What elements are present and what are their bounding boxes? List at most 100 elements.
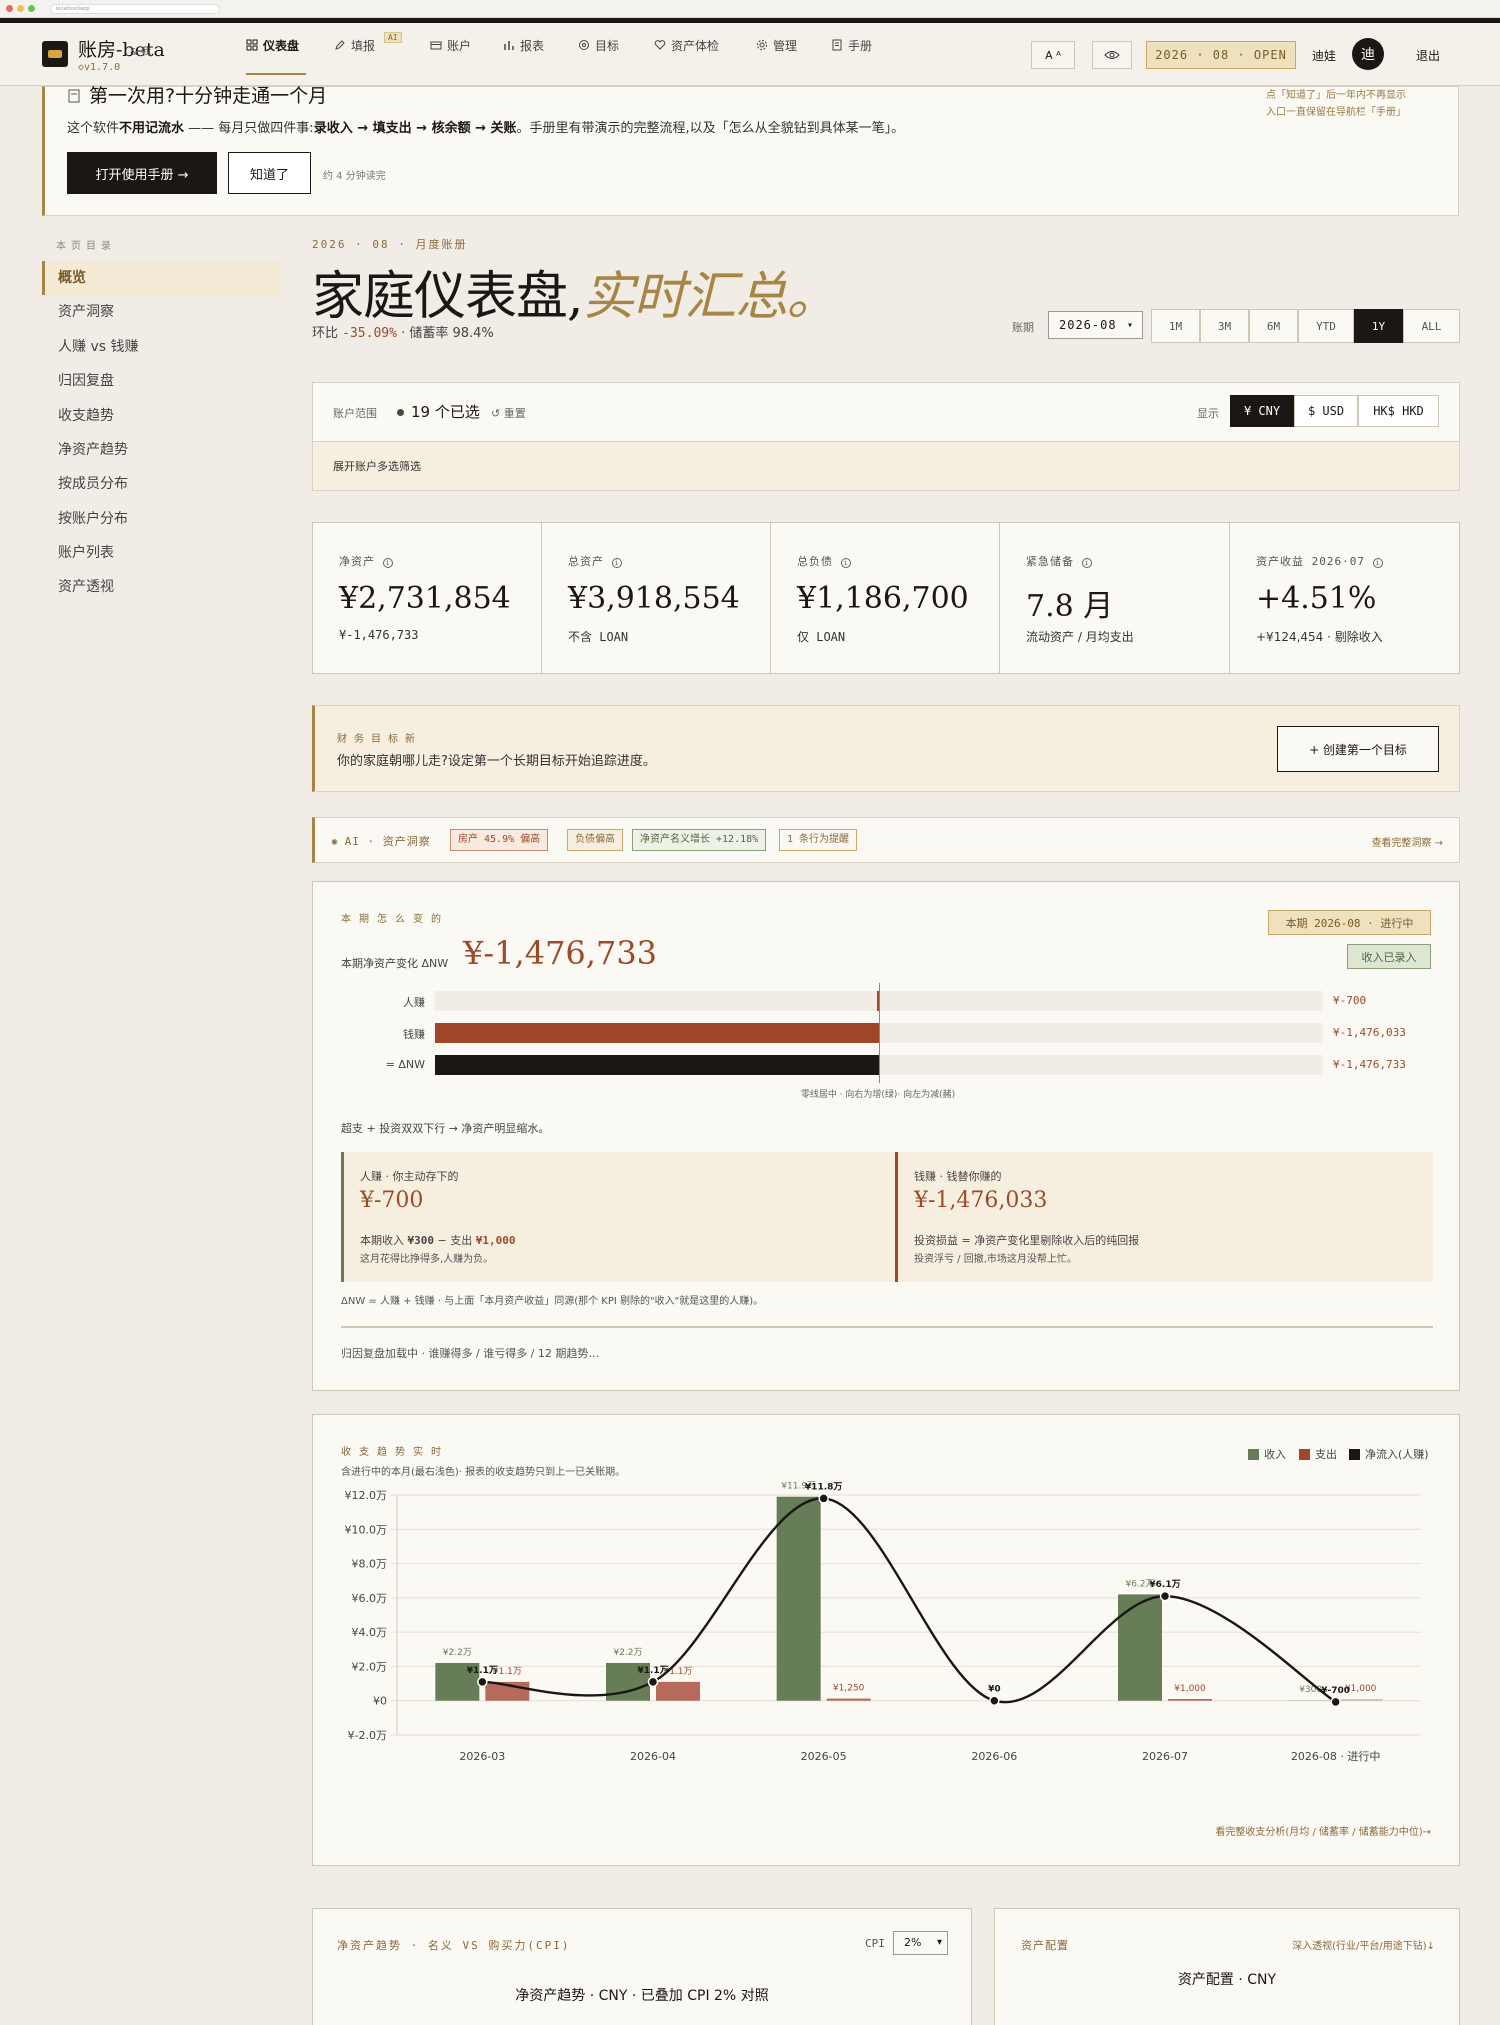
change-summary: 超支 + 投资双双下行 → 净资产明显缩水。 [341,1122,550,1135]
create-goal-button[interactable]: + 创建第一个目标 [1277,726,1439,772]
tag-reminder[interactable]: 1 条行为提醒 [779,829,858,851]
sidebar-item-earn[interactable]: 人赚 vs 钱赚 [42,330,282,364]
range-6m[interactable]: 6M [1249,309,1298,343]
section-kicker: 收支趋势实时 [341,1447,449,1458]
nw-change-value: ¥-1,476,733 [463,934,658,972]
privacy-toggle-button[interactable] [1092,41,1132,69]
nav-asset-checkup[interactable]: 资产体检 [654,35,719,55]
address-bar[interactable]: localhost/app [50,4,220,14]
banner-title: 第一次用?十分钟走通一个月 [67,81,327,108]
currency-hkd[interactable]: HK$ HKD [1358,395,1439,427]
nav-reports[interactable]: 报表 [503,35,544,55]
cpi-label: CPI [865,1937,885,1950]
nav-manage[interactable]: 管理 [756,35,797,55]
font-size-button[interactable]: A ᴬ [1031,41,1075,69]
sidebar-item-insights[interactable]: 资产洞察 [42,295,282,329]
logout-link[interactable]: 退出 [1416,47,1440,64]
range-ytd[interactable]: YTD [1298,309,1354,343]
cpi-select[interactable]: 2% ▾ [893,1931,948,1955]
tag-property[interactable]: 房产 45.9% 偏高 [450,829,549,851]
open-manual-button[interactable]: 打开使用手册 → [67,152,217,194]
view-insights-link[interactable]: 查看完整洞察 → [1371,834,1443,849]
nav-dashboard[interactable]: 仪表盘 [246,35,299,55]
net-flow-label: ¥11.8万 [805,1481,842,1492]
sidebar-item-pivot[interactable]: 资产透视 [42,570,282,604]
tag-liability[interactable]: 负债偏高 [567,829,623,851]
net-flow-point [1159,1590,1171,1602]
period-badge[interactable]: 2026 · 08 · OPEN [1146,41,1296,69]
expense-bar [656,1681,700,1701]
sidebar-item-networth[interactable]: 净资产趋势 [42,433,282,467]
range-1y[interactable]: 1Y [1354,309,1403,343]
info-icon[interactable]: i [1372,558,1383,568]
pivot-link[interactable]: 深入透视(行业/平台/用途下钻)↓ [1292,1937,1435,1952]
range-1m[interactable]: 1M [1151,309,1200,343]
period-chip: 本期 2026-08 · 进行中 [1268,910,1431,935]
kpi-emergency-reserve: 紧急储备 i 7.8 月 流动资产 / 月均支出 [999,522,1230,674]
sidebar-item-by-account[interactable]: 按账户分布 [42,502,282,536]
range-all[interactable]: ALL [1403,309,1460,343]
y-tick-label: ¥0 [373,1695,387,1708]
range-select[interactable]: 2026-08 ▾ [1048,311,1143,339]
currency-cny[interactable]: ¥ CNY [1230,395,1294,427]
dismiss-button[interactable]: 知道了 [228,152,311,194]
app-header: 账房-beta & 我 ◇v1.7.0 仪表盘 填报 AI 账户 报表 目标 资… [0,23,1500,86]
nav-fill[interactable]: 填报 [334,35,375,55]
eye-icon [1104,51,1120,59]
range-3m[interactable]: 3M [1200,309,1249,343]
info-icon[interactable]: i [383,558,393,568]
expand-account-filter[interactable]: 展开账户多选筛选 [313,441,1459,490]
nav-goals[interactable]: 目标 [578,35,619,55]
human-earn-box: 人赚 · 你主动存下的 ¥-700 本期收入 ¥300 − 支出 ¥1,000 … [341,1152,896,1282]
nav-label: 管理 [773,38,798,53]
target-icon [579,40,589,50]
sidebar-item-members[interactable]: 按成员分布 [42,467,282,501]
nav-label: 账户 [447,38,472,53]
close-window-icon[interactable] [6,5,13,12]
minimize-window-icon[interactable] [17,5,24,12]
currency-usd[interactable]: $ USD [1294,395,1358,427]
avatar[interactable]: 迪 [1352,38,1384,70]
allocation-chart-title: 资产配置 · CNY [1177,1972,1277,1988]
tag-growth[interactable]: 净资产名义增长 +12.18% [632,829,767,851]
account-range-label: 账户范围 [333,407,377,420]
maximize-window-icon[interactable] [28,5,35,12]
sidebar-item-account-list[interactable]: 账户列表 [42,536,282,570]
info-icon[interactable]: i [841,558,851,568]
nav-accounts[interactable]: 账户 [430,35,471,55]
expense-label: ¥1,250 [833,1684,865,1694]
y-tick-label: ¥8.0万 [352,1558,388,1571]
info-icon[interactable]: i [612,558,622,568]
asset-allocation-card: 资产配置 深入透视(行业/平台/用途下钻)↓ 资产配置 · CNY [994,1908,1460,2025]
section-kicker: 资产配置 [1021,1939,1069,1952]
card-icon [430,41,442,50]
attribution-loading: 归因复盘加载中 · 谁赚得多 / 谁亏得多 / 12 期趋势… [341,1347,600,1360]
x-tick-label: 2026-04 [630,1750,676,1763]
legend-expense: 支出 [1299,1446,1337,1462]
expense-bar [826,1698,871,1701]
onboarding-banner: 第一次用?十分钟走通一个月 这个软件不用记流水 —— 每月只做四件事:录收入 →… [42,85,1459,216]
y-tick-label: ¥-2.0万 [348,1729,387,1742]
info-icon[interactable]: i [1082,558,1092,568]
sidebar-item-attribution[interactable]: 归因复盘 [42,364,282,398]
net-flow-label: ¥1.1万 [637,1665,668,1676]
full-analysis-link[interactable]: 看完整收支分析(月均 / 储蓄率 / 储蓄能力中位)→ [1215,1823,1431,1838]
nav-manual[interactable]: 手册 [831,35,872,55]
sidebar-item-overview[interactable]: 概览 [42,261,282,295]
ai-insights-bar: ✺ AI · 资产洞察 房产 45.9% 偏高 负债偏高 净资产名义增长 +12.… [312,817,1460,863]
income-label: ¥2.2万 [613,1648,642,1658]
kpi-net-worth: 净资产 i ¥2,731,854 ¥-1,476,733 [312,522,542,674]
banner-note: 点「知道了」后一年内不再显示 入口一直保留在导航栏「手册」 [1266,90,1406,118]
kpi-sub: ¥-1,476,733 [339,628,419,642]
kpi-value: 7.8 月 [1026,589,1114,624]
chevron-down-icon: ▾ [1126,319,1134,331]
sidebar-item-cashflow[interactable]: 收支趋势 [42,399,282,433]
row-label: 人赚 [403,996,425,1009]
gear-icon [757,40,767,50]
nw-change-label: 本期净资产变化 ΔNW [341,957,449,970]
app-logo-icon[interactable] [42,41,68,67]
net-flow-label: ¥0 [988,1685,1001,1695]
cashflow-chart: ¥12.0万 ¥10.0万 ¥8.0万 ¥6.0万 ¥4.0万 ¥2.0万 ¥0 ¥-2.0万… [345,1481,1421,1763]
reset-button[interactable]: ↺ 重置 [491,405,526,421]
account-selected-count[interactable]: 19 个已选 [411,401,480,422]
